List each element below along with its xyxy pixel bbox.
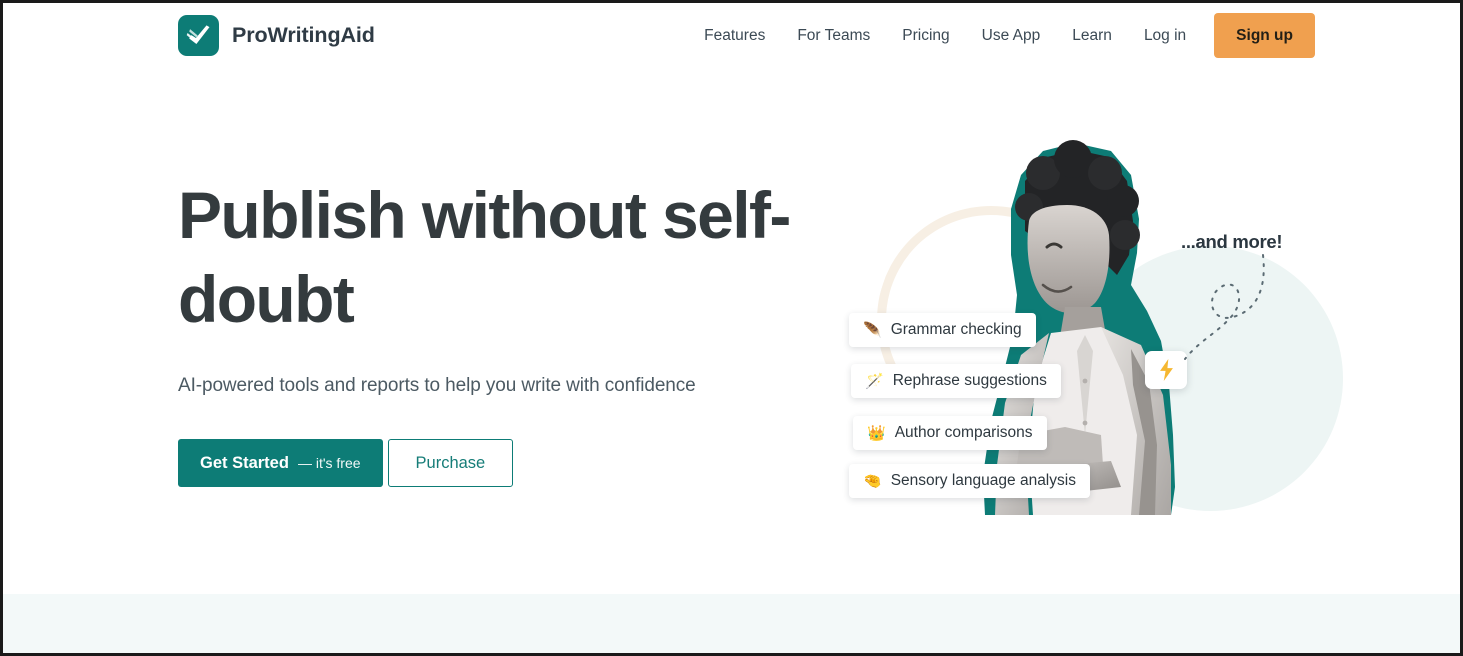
hero-copy: Publish without self-doubt AI-powered to… xyxy=(178,173,818,487)
sign-up-button[interactable]: Sign up xyxy=(1214,13,1315,58)
nav-item-pricing[interactable]: Pricing xyxy=(886,13,965,58)
brand-logo-link[interactable]: ProWritingAid xyxy=(178,15,375,56)
nav-item-use-app[interactable]: Use App xyxy=(966,13,1057,58)
page-title: Publish without self-doubt xyxy=(178,178,791,336)
purchase-button[interactable]: Purchase xyxy=(387,439,514,487)
nav-item-learn[interactable]: Learn xyxy=(1056,13,1128,58)
get-started-button[interactable]: Get Started — it's free xyxy=(178,439,383,487)
nav-item-features[interactable]: Features xyxy=(688,13,781,58)
hero-cta-row: Get Started — it's free Purchase xyxy=(178,397,818,487)
magic-wand-icon: 🪄 xyxy=(865,372,884,390)
page-content: ProWritingAid Features For Teams Pricing… xyxy=(3,3,1460,653)
feather-quill-icon: 🪶 xyxy=(863,321,882,339)
feature-pill-rephrase-suggestions[interactable]: 🪄 Rephrase suggestions xyxy=(851,364,1061,398)
feature-pill-sensory-language-analysis[interactable]: 🤏 Sensory language analysis xyxy=(849,464,1090,498)
feature-pill-label: Grammar checking xyxy=(890,321,1022,338)
brand-name: ProWritingAid xyxy=(232,23,375,47)
hand-sensory-icon: 🤏 xyxy=(863,472,882,490)
dashed-curve-decoration xyxy=(1184,254,1265,360)
nav-item-log-in[interactable]: Log in xyxy=(1128,13,1202,58)
hero-illustration: 🪶 Grammar checking 🪄 Rephrase suggestion… xyxy=(833,133,1343,533)
feature-pill-label: Sensory language analysis xyxy=(890,472,1076,489)
and-more-label: ...and more! xyxy=(1181,231,1283,252)
site-header: ProWritingAid Features For Teams Pricing… xyxy=(3,3,1460,69)
browser-page: ProWritingAid Features For Teams Pricing… xyxy=(0,0,1463,656)
hero-subtitle: AI-powered tools and reports to help you… xyxy=(178,375,696,396)
open-book-check-icon xyxy=(178,15,219,56)
section-divider-band xyxy=(3,594,1460,653)
feature-pill-label: Rephrase suggestions xyxy=(892,372,1047,389)
feature-pill-author-comparisons[interactable]: 👑 Author comparisons xyxy=(853,416,1047,450)
crown-icon: 👑 xyxy=(867,424,886,442)
get-started-label: Get Started xyxy=(200,453,289,472)
feature-pill-grammar-checking[interactable]: 🪶 Grammar checking xyxy=(849,313,1036,347)
get-started-suffix: — it's free xyxy=(297,455,361,471)
main-navigation: Features For Teams Pricing Use App Learn… xyxy=(688,13,1315,58)
nav-item-for-teams[interactable]: For Teams xyxy=(781,13,886,58)
feature-pill-label: Author comparisons xyxy=(894,424,1033,441)
